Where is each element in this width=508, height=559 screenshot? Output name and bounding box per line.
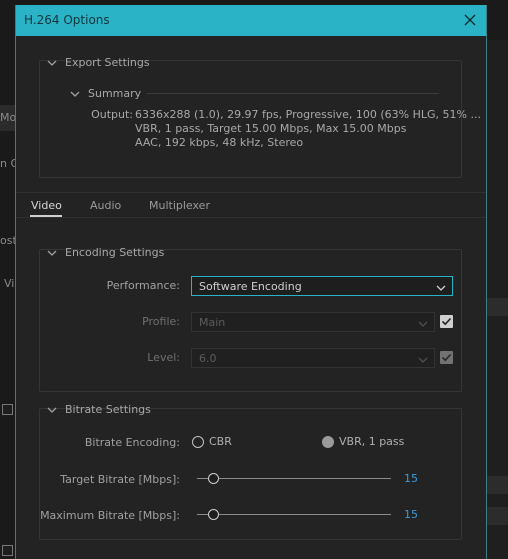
radio-icon bbox=[192, 435, 204, 448]
summary-header[interactable]: Summary bbox=[70, 87, 141, 100]
profile-checkbox[interactable] bbox=[440, 315, 453, 328]
background-checkbox bbox=[2, 404, 13, 415]
chevron-down-icon bbox=[70, 89, 80, 99]
level-value: 6.0 bbox=[199, 352, 217, 365]
profile-value: Main bbox=[199, 316, 226, 329]
output-line: AAC, 192 kbps, 48 kHz, Stereo bbox=[135, 136, 304, 149]
active-tab-indicator bbox=[30, 215, 62, 217]
slider-thumb[interactable] bbox=[207, 473, 219, 484]
target-bitrate-value[interactable]: 15 bbox=[404, 472, 418, 485]
summary-heading: Summary bbox=[88, 87, 142, 100]
dialog-title-bar[interactable]: H.264 Options bbox=[16, 5, 486, 36]
dialog-title: H.264 Options bbox=[24, 13, 110, 27]
level-label: Level: bbox=[147, 351, 180, 364]
summary-divider bbox=[147, 93, 439, 94]
background-panel bbox=[487, 507, 508, 525]
chevron-down-icon bbox=[436, 282, 446, 295]
max-bitrate-slider[interactable] bbox=[197, 509, 391, 521]
export-settings-heading: Export Settings bbox=[65, 56, 150, 69]
tab-video[interactable]: Video bbox=[31, 199, 62, 212]
performance-select[interactable]: Software Encoding bbox=[191, 276, 453, 296]
encoding-settings-header[interactable]: Encoding Settings bbox=[47, 246, 164, 259]
h264-options-dialog: H.264 Options Export Settings Summary Ou… bbox=[15, 5, 487, 559]
slider-thumb[interactable] bbox=[207, 509, 219, 520]
radio-selected-icon bbox=[322, 435, 334, 448]
close-icon[interactable] bbox=[460, 10, 480, 30]
max-bitrate-value[interactable]: 15 bbox=[404, 508, 418, 521]
vbr-radio[interactable]: VBR, 1 pass bbox=[322, 435, 404, 448]
background-fragment: Mo bbox=[0, 111, 17, 124]
slider-track bbox=[197, 478, 391, 479]
cbr-radio[interactable]: CBR bbox=[192, 435, 232, 448]
chevron-down-icon bbox=[418, 354, 428, 367]
profile-select: Main bbox=[191, 312, 435, 332]
chevron-down-icon bbox=[47, 58, 57, 68]
export-settings-header[interactable]: Export Settings bbox=[47, 56, 150, 69]
cbr-label: CBR bbox=[209, 435, 232, 448]
tab-bar: Video Audio Multiplexer bbox=[16, 192, 486, 218]
output-label: Output: bbox=[91, 108, 133, 121]
output-line: 6336x288 (1.0), 29.97 fps, Progressive, … bbox=[135, 108, 481, 121]
bitrate-settings-heading: Bitrate Settings bbox=[65, 403, 151, 416]
max-bitrate-label: Maximum Bitrate [Mbps]: bbox=[40, 509, 180, 522]
chevron-down-icon bbox=[47, 248, 57, 258]
performance-label: Performance: bbox=[106, 279, 180, 292]
target-bitrate-slider[interactable] bbox=[197, 473, 391, 485]
bitrate-settings-header[interactable]: Bitrate Settings bbox=[47, 403, 151, 416]
output-line: VBR, 1 pass, Target 15.00 Mbps, Max 15.0… bbox=[135, 122, 407, 135]
chevron-down-icon bbox=[418, 318, 428, 331]
background-panel bbox=[487, 476, 508, 494]
performance-value: Software Encoding bbox=[199, 280, 302, 293]
background-panel bbox=[487, 298, 508, 316]
slider-track bbox=[197, 514, 391, 515]
vbr-label: VBR, 1 pass bbox=[339, 435, 405, 448]
background-fragment: Vi bbox=[4, 277, 15, 290]
tab-multiplexer[interactable]: Multiplexer bbox=[149, 199, 210, 212]
level-select: 6.0 bbox=[191, 348, 435, 368]
encoding-settings-heading: Encoding Settings bbox=[65, 246, 165, 259]
profile-label: Profile: bbox=[142, 315, 180, 328]
chevron-down-icon bbox=[47, 405, 57, 415]
bitrate-encoding-label: Bitrate Encoding: bbox=[84, 436, 180, 449]
tab-audio[interactable]: Audio bbox=[90, 199, 121, 212]
level-checkbox bbox=[440, 351, 453, 364]
target-bitrate-label: Target Bitrate [Mbps]: bbox=[60, 473, 180, 486]
background-checkbox bbox=[2, 545, 13, 556]
